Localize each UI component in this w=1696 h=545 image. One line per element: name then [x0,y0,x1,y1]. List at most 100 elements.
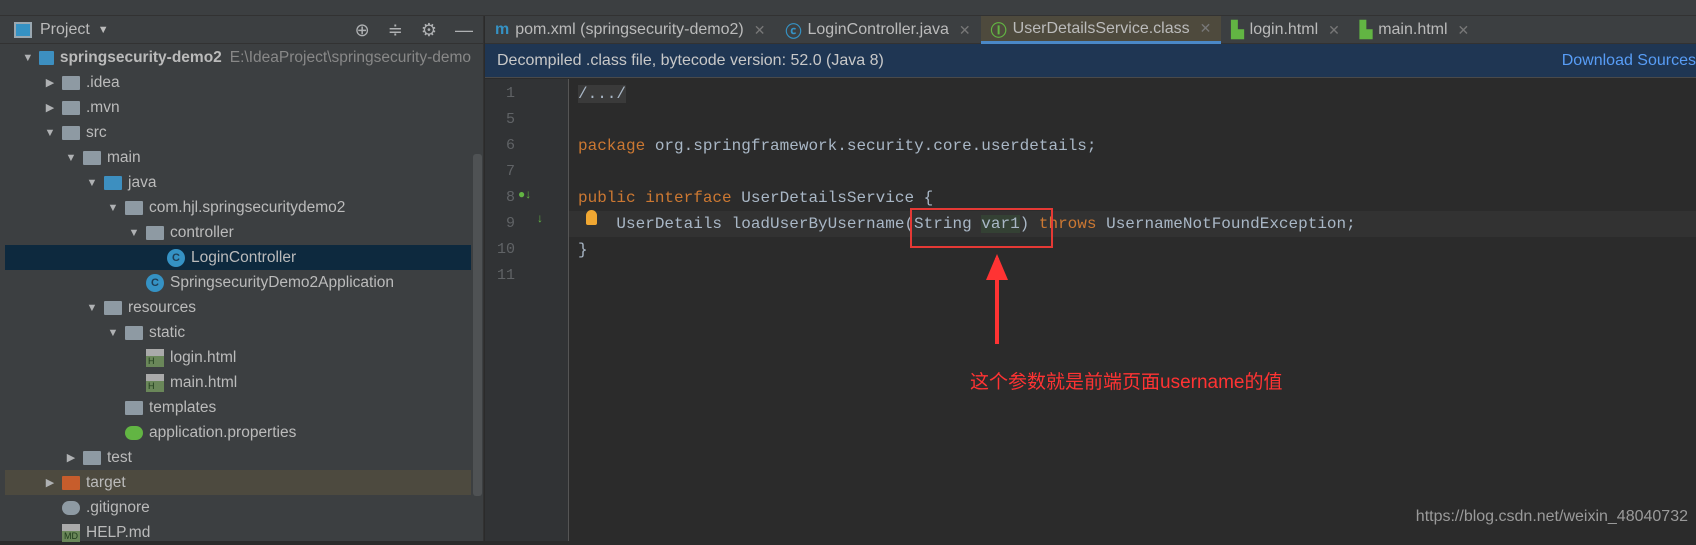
tab-login-html[interactable]: ▙ login.html ✕ [1221,16,1350,44]
expanded-arrow-icon[interactable]: ▼ [126,227,142,239]
tree-item-label: .gitignore [86,498,150,516]
keyword: interface [645,189,732,207]
implemented-icon[interactable]: ↓ [537,211,543,225]
tree-item[interactable]: ▼ com.hjl.springsecuritydemo2 [5,195,471,220]
class-icon: C [167,248,185,267]
folder-icon [62,100,80,115]
tree-item-label: static [149,323,186,341]
code-line-1[interactable]: /.../ [578,81,1696,107]
package-name: org.springframework.security.core.userde… [645,137,1097,155]
package-icon [125,200,143,215]
tree-item[interactable]: .gitignore [5,495,471,520]
minimize-icon[interactable]: — [455,20,473,41]
tree-item-label: .mvn [86,98,120,116]
tab-userdetailsservice-class[interactable]: Ⓘ UserDetailsService.class ✕ [980,16,1222,44]
tree-item[interactable]: application.properties [5,420,471,445]
tree-item[interactable]: ▶ .idea [5,70,471,95]
expanded-arrow-icon[interactable]: ▼ [105,327,121,339]
code-line-8[interactable]: public interface UserDetailsService { [578,185,1696,211]
tab-pom-xml[interactable]: m pom.xml (springsecurity-demo2) ✕ [485,16,775,44]
tree-item-label: java [128,173,157,191]
tree-item[interactable]: Hmain.html [5,370,471,395]
arrow-head [986,254,1008,280]
annotation-text: 这个参数就是前端页面username的值 [970,372,1283,393]
line-number: 8 [505,189,515,206]
collapsed-arrow-icon[interactable]: ▶ [42,76,58,89]
tree-scrollbar[interactable] [473,154,482,496]
decompiled-banner: Decompiled .class file, bytecode version… [485,44,1696,78]
interface-icon: Ⓘ [990,22,1007,40]
html-icon: ▙ [1359,22,1373,39]
collapsed-arrow-icon[interactable]: ▶ [63,451,79,464]
tree-item[interactable]: C LoginController [5,245,471,270]
line-number: 10 [496,241,515,258]
maven-icon: m [495,21,510,38]
html-icon: ▙ [1231,22,1244,39]
tree-item[interactable]: ▼ java [5,170,471,195]
tab-label: pom.xml (springsecurity-demo2) [515,21,744,38]
close-icon[interactable]: ✕ [959,22,971,39]
project-panel-title: Project [40,20,90,38]
gear-icon[interactable]: ⚙ [421,20,437,41]
folded-code[interactable]: /.../ [578,85,627,103]
collapsed-arrow-icon[interactable]: ▶ [42,101,58,114]
code-line-10[interactable]: } [578,237,1696,263]
html-icon: H [146,348,164,367]
tree-item[interactable]: ▶ target [5,470,471,495]
tree-item[interactable]: ▼ static [5,320,471,345]
tree-item-label: SpringsecurityDemo2Application [170,273,395,291]
close-icon[interactable]: ✕ [1458,22,1470,39]
tree-item[interactable]: ▼ resources [5,295,471,320]
tree-item[interactable]: ▼ main [5,145,471,170]
locate-icon[interactable]: ⊕ [355,20,370,41]
line-number: 6 [505,137,515,154]
tree-item-label: target [86,473,126,491]
expanded-arrow-icon[interactable]: ▼ [42,127,58,139]
close-icon[interactable]: ✕ [754,22,766,39]
line-number: 9 [505,215,515,232]
close-icon[interactable]: ✕ [1200,20,1212,37]
tree-item[interactable]: ▼ controller [5,220,471,245]
collapse-icon[interactable]: ≑ [388,20,403,41]
folder-icon [62,75,80,90]
lightbulb-icon[interactable] [586,210,597,225]
tab-logincontroller-java[interactable]: ⓒ LoginController.java ✕ [775,16,980,44]
expanded-arrow-icon[interactable]: ▼ [84,302,100,314]
tab-main-html[interactable]: ▙ main.html ✕ [1350,16,1479,44]
tree-item-label: controller [170,223,234,241]
tree-item[interactable]: ▶ .mvn [5,95,471,120]
line-number: 5 [505,111,515,128]
expanded-arrow-icon[interactable]: ▼ [63,152,79,164]
expanded-arrow-icon[interactable]: ▼ [21,52,35,64]
implemented-icon[interactable]: ●↓ [518,187,531,201]
tree-item[interactable]: C SpringsecurityDemo2Application [5,270,471,295]
close-icon[interactable]: ✕ [1328,22,1340,39]
tree-item-label: .idea [86,73,120,91]
keyword: public [578,189,636,207]
tree-item[interactable]: ▶ test [5,445,471,470]
tree-item-label: LoginController [191,248,297,266]
expanded-arrow-icon[interactable]: ▼ [84,177,100,189]
tree-item[interactable]: ▼ src [5,120,471,145]
ignore-file-icon [62,500,80,515]
tab-label: UserDetailsService.class [1012,19,1190,37]
folder-blue-icon [104,175,122,190]
class-icon: ⓒ [785,24,802,41]
project-panel-header[interactable]: Project ▼ ⊕ ≑ ⚙ — [0,16,483,44]
module-icon [38,50,54,65]
tree-item-label: main [107,148,141,166]
folder-icon [125,400,143,415]
tree-item[interactable]: Hlogin.html [5,345,471,370]
tree-item-label: login.html [170,348,237,366]
code-line-9[interactable]: UserDetails loadUserByUsername(String va… [569,211,1696,237]
collapsed-arrow-icon[interactable]: ▶ [42,476,58,489]
tree-item[interactable]: MD HELP.md [5,520,471,545]
chevron-down-icon[interactable]: ▼ [98,24,109,36]
tree-item[interactable]: templates [5,395,471,420]
tree-item[interactable]: ▼ springsecurity-demo2 E:\IdeaProject\spri… [5,45,471,70]
download-sources-link[interactable]: Download Sources [1562,52,1696,70]
expanded-arrow-icon[interactable]: ▼ [105,202,121,214]
tree-item-label: springsecurity-demo2 [59,48,222,66]
code-line-6[interactable]: package org.springframework.security.cor… [578,133,1696,159]
keyword: package [578,137,646,155]
